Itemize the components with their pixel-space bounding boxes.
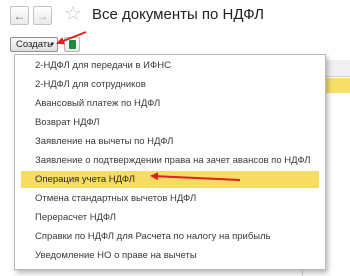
menu-item-refund[interactable]: Возврат НДФЛ [21,114,319,131]
menu-item-cancel-deductions[interactable]: Отмена стандартных вычетов НДФЛ [21,190,319,207]
forward-button[interactable]: → [33,6,52,25]
page-title: Все документы по НДФЛ [92,6,264,23]
export-excel-button[interactable] [64,37,80,52]
star-icon[interactable]: ☆ [64,3,82,25]
window-header: ← → ☆ Все документы по НДФЛ [0,0,350,36]
forward-arrow-icon: → [36,9,49,23]
menu-item-profit-tax-certificates[interactable]: Справки по НДФЛ для Расчета по налогу на… [21,228,319,245]
menu-item-recalculation[interactable]: Перерасчет НДФЛ [21,209,319,226]
menu-item-advance-payment[interactable]: Авансовый платеж по НДФЛ [21,95,319,112]
menu-item-deduction-notice[interactable]: Уведомление НО о праве на вычеты [21,247,319,264]
excel-icon [69,40,76,49]
create-button[interactable]: Создать ▾ [10,37,58,52]
back-button[interactable]: ← [10,6,29,25]
menu-item-ndfl-operation[interactable]: Операция учета НДФЛ [21,171,319,188]
chevron-down-icon: ▾ [50,41,54,48]
back-arrow-icon: ← [13,9,26,23]
menu-item-2ndfl-ifns[interactable]: 2-НДФЛ для передачи в ИФНС [21,57,319,74]
menu-item-deduction-application[interactable]: Заявление на вычеты по НДФЛ [21,133,319,150]
create-dropdown-menu: 2-НДФЛ для передачи в ИФНС 2-НДФЛ для со… [14,54,326,270]
menu-item-2ndfl-employees[interactable]: 2-НДФЛ для сотрудников [21,76,319,93]
create-button-label: Создать [16,39,53,50]
menu-item-advance-offset-application[interactable]: Заявление о подтверждении права на зачет… [21,152,319,169]
toolbar: Создать ▾ [0,36,350,54]
